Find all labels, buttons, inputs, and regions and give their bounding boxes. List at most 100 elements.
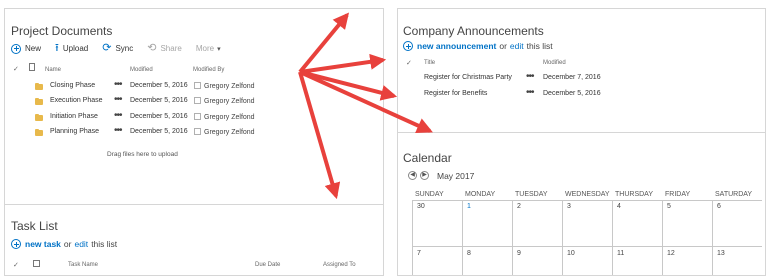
announcement-row[interactable]: Register for Benefits ••• December 5, 20…: [398, 87, 758, 104]
this-list-text: this list: [526, 41, 553, 51]
more-button[interactable]: More ▾: [196, 44, 221, 53]
documents-toolbar: New ⭱ Upload ⟳ Sync ⟲ Share More ▾: [11, 43, 235, 54]
completed-checkbox-icon[interactable]: [33, 260, 40, 267]
calendar-day-cell[interactable]: 30: [417, 203, 425, 210]
select-all-checkmark-icon[interactable]: ✓: [13, 65, 19, 73]
plus-circle-icon[interactable]: [11, 239, 21, 249]
folder-icon: [35, 82, 43, 90]
calendar-grid-line: [412, 200, 413, 275]
document-name[interactable]: Closing Phase: [50, 82, 95, 89]
document-modified-by: Gregory Zelfond: [194, 128, 255, 136]
new-button[interactable]: New: [11, 43, 42, 54]
calendar-grid-line: [512, 200, 513, 275]
announcement-row[interactable]: Register for Christmas Party ••• Decembe…: [398, 71, 758, 88]
plus-circle-icon: [11, 43, 21, 54]
share-button[interactable]: ⟲ Share: [147, 43, 182, 54]
presence-checkbox-icon: [194, 128, 201, 135]
column-header-modified[interactable]: Modified: [130, 67, 153, 73]
calendar-grid-line: [412, 200, 762, 201]
project-documents-panel: Project Documents New ⭱ Upload ⟳ Sync ⟲ …: [4, 8, 384, 206]
sync-button[interactable]: ⟳ Sync: [102, 43, 133, 54]
edit-list-link[interactable]: edit: [510, 41, 524, 51]
calendar-day-cell[interactable]: 6: [717, 203, 721, 210]
new-task-link[interactable]: new task: [25, 239, 61, 249]
calendar-grid-line: [712, 200, 713, 275]
calendar-day-cell[interactable]: 3: [567, 203, 571, 210]
document-modified: December 5, 2016: [130, 82, 188, 89]
document-modified: December 5, 2016: [130, 97, 188, 104]
document-name[interactable]: Planning Phase: [50, 128, 99, 135]
file-type-icon: [29, 63, 35, 71]
calendar-day-cell[interactable]: 9: [517, 250, 521, 257]
document-name[interactable]: Execution Phase: [50, 97, 103, 104]
select-all-checkmark-icon[interactable]: ✓: [406, 59, 412, 67]
document-name[interactable]: Initiation Phase: [50, 113, 98, 120]
sync-label: Sync: [115, 44, 134, 53]
presence-checkbox-icon: [194, 97, 201, 104]
announcement-modified: December 7, 2016: [543, 74, 601, 81]
calendar-day-cell[interactable]: 1: [467, 203, 471, 210]
document-modified-by: Gregory Zelfond: [194, 97, 255, 105]
next-month-icon[interactable]: ▶: [420, 171, 429, 180]
calendar-day-cell[interactable]: 12: [667, 250, 675, 257]
folder-icon: [35, 128, 43, 136]
announcement-title[interactable]: Register for Christmas Party: [424, 74, 512, 81]
task-list-title: Task List: [11, 219, 58, 233]
calendar-day-cell[interactable]: 10: [567, 250, 575, 257]
column-header-task-name[interactable]: Task Name: [68, 262, 98, 268]
calendar-day-cell[interactable]: 4: [617, 203, 621, 210]
ellipsis-menu-icon[interactable]: •••: [526, 87, 534, 98]
column-header-due-date[interactable]: Due Date: [255, 262, 280, 268]
ellipsis-menu-icon[interactable]: •••: [114, 125, 122, 136]
weekday-header: FRIDAY: [665, 191, 691, 198]
calendar-day-cell[interactable]: 8: [467, 250, 471, 257]
previous-month-icon[interactable]: ◀: [408, 171, 417, 180]
document-row[interactable]: Initiation Phase ••• December 5, 2016 Gr…: [17, 110, 377, 127]
new-announcement-link[interactable]: new announcement: [417, 41, 496, 51]
or-text: or: [63, 239, 72, 249]
more-label: More: [195, 44, 215, 53]
weekday-header: WEDNESDAY: [565, 191, 610, 198]
new-label: New: [25, 44, 42, 53]
announcements-panel: Company Announcements new announcement o…: [397, 8, 766, 134]
weekday-header: TUESDAY: [515, 191, 548, 198]
calendar-day-cell[interactable]: 5: [667, 203, 671, 210]
calendar-day-cell[interactable]: 2: [517, 203, 521, 210]
calendar-day-cell[interactable]: 7: [417, 250, 421, 257]
calendar-grid-line: [562, 200, 563, 275]
ellipsis-menu-icon[interactable]: •••: [114, 110, 122, 121]
document-modified: December 5, 2016: [130, 113, 188, 120]
folder-icon: [35, 97, 43, 105]
column-header-modified[interactable]: Modified: [543, 60, 566, 66]
document-modified-by: Gregory Zelfond: [194, 113, 255, 121]
edit-list-link[interactable]: edit: [74, 239, 88, 249]
presence-checkbox-icon: [194, 82, 201, 89]
ellipsis-menu-icon[interactable]: •••: [114, 94, 122, 105]
column-header-modified-by[interactable]: Modified By: [193, 67, 224, 73]
announcement-title[interactable]: Register for Benefits: [424, 90, 487, 97]
drop-zone-hint[interactable]: Drag files here to upload: [107, 151, 178, 158]
calendar-grid-line: [662, 200, 663, 275]
document-row[interactable]: Execution Phase ••• December 5, 2016 Gre…: [17, 94, 377, 111]
share-icon: ⟲: [147, 42, 157, 54]
calendar-day-cell[interactable]: 13: [717, 250, 725, 257]
ellipsis-menu-icon[interactable]: •••: [114, 79, 122, 90]
ellipsis-menu-icon[interactable]: •••: [526, 71, 534, 82]
column-header-name[interactable]: Name: [45, 67, 61, 73]
upload-button[interactable]: ⭱ Upload: [55, 43, 88, 54]
calendar-title: Calendar: [403, 151, 452, 165]
calendar-grid-line: [412, 246, 762, 247]
weekday-header: SATURDAY: [715, 191, 753, 198]
weekday-header: SUNDAY: [415, 191, 444, 198]
column-header-assigned-to[interactable]: Assigned To: [323, 262, 356, 268]
plus-circle-icon[interactable]: [403, 41, 413, 51]
column-header-title[interactable]: Title: [424, 60, 435, 66]
or-text: or: [499, 41, 507, 51]
calendar-day-cell[interactable]: 11: [617, 250, 624, 257]
calendar-grid-line: [612, 200, 613, 275]
announcement-modified: December 5, 2016: [543, 90, 601, 97]
this-list-text: this list: [91, 239, 118, 249]
document-row[interactable]: Planning Phase ••• December 5, 2016 Greg…: [17, 125, 377, 142]
document-row[interactable]: Closing Phase ••• December 5, 2016 Grego…: [17, 79, 377, 96]
weekday-header: THURSDAY: [615, 191, 653, 198]
